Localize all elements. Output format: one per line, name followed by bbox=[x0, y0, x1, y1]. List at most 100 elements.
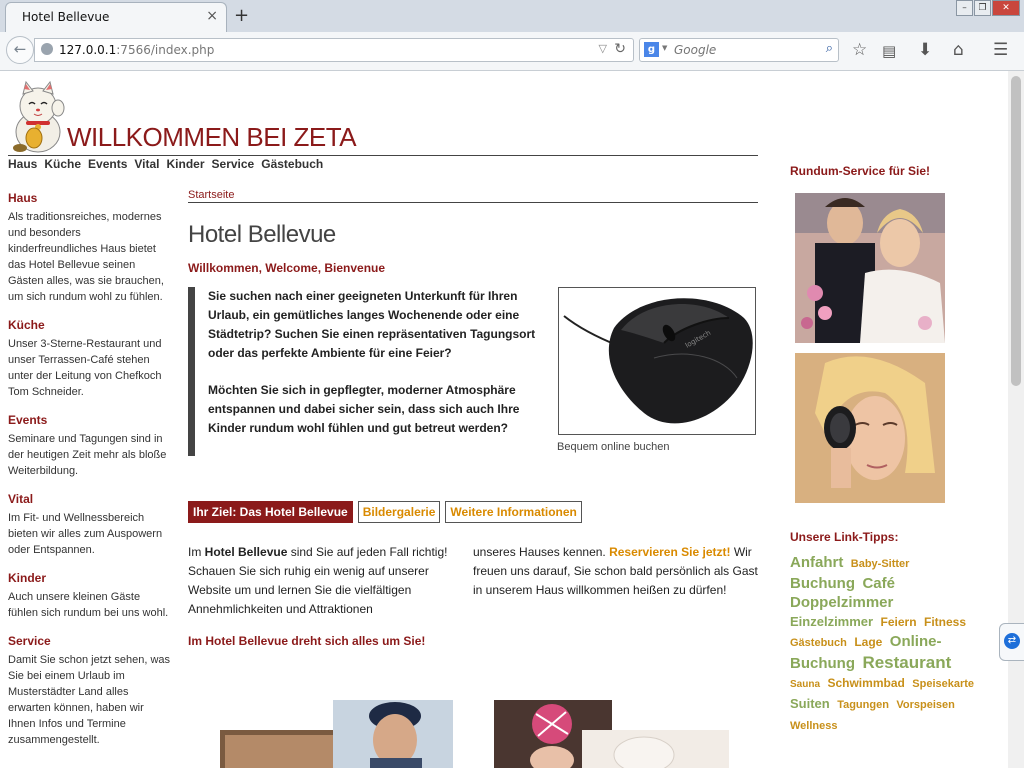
sidebar-heading-events[interactable]: Events bbox=[8, 413, 173, 427]
photo-collage-men bbox=[220, 700, 460, 768]
nav-link-events[interactable]: Events bbox=[88, 157, 127, 171]
teamviewer-icon: ⇄ bbox=[1004, 633, 1020, 649]
browser-tab-title: Hotel Bellevue bbox=[22, 10, 110, 24]
sidebar-heading-kueche[interactable]: Küche bbox=[8, 318, 173, 332]
content-tabs: Ihr Ziel: Das Hotel Bellevue Bildergaler… bbox=[188, 501, 582, 523]
tag-link[interactable]: Tagungen bbox=[837, 699, 889, 711]
tag-link[interactable]: Gästebuch bbox=[790, 637, 847, 649]
intro-paragraph-1: Sie suchen nach einer geeigneten Unterku… bbox=[208, 289, 536, 360]
search-bar[interactable]: g ▼ ⌕ bbox=[639, 38, 839, 62]
url-path: :7566/index.php bbox=[116, 43, 215, 57]
site-title: WILLKOMMEN BEI ZETA bbox=[67, 122, 357, 152]
sidebar-text-kinder: Auch unsere kleinen Gäste fühlen sich ru… bbox=[8, 591, 169, 619]
minimize-icon[interactable]: – bbox=[956, 0, 973, 16]
tag-link[interactable]: Fitness bbox=[924, 615, 966, 629]
tag-link[interactable]: Doppelzimmer bbox=[790, 594, 893, 611]
main-content: Startseite Hotel Bellevue Willkommen, We… bbox=[188, 189, 758, 648]
tag-link[interactable]: Buchung bbox=[790, 575, 855, 592]
search-icon[interactable]: ⌕ bbox=[826, 41, 833, 56]
window-controls: – ❐ ✕ bbox=[955, 0, 1020, 16]
right-sidebar: Rundum-Service für Sie! Unsere Link-Tipp… bbox=[790, 164, 990, 732]
tag-link[interactable]: Restaurant bbox=[862, 653, 951, 672]
sidebar-text-haus: Als traditionsreiches, modernes und beso… bbox=[8, 211, 164, 303]
tag-link[interactable]: Feiern bbox=[881, 615, 917, 629]
col1-text-pre: Im bbox=[188, 545, 205, 559]
menu-icon[interactable]: ☰ bbox=[993, 40, 1008, 60]
tag-link[interactable]: Schwimmbad bbox=[827, 676, 904, 690]
nav-link-vital[interactable]: Vital bbox=[134, 157, 159, 171]
back-arrow-icon[interactable]: ← bbox=[6, 36, 34, 64]
sidebar-heading-haus[interactable]: Haus bbox=[8, 191, 173, 205]
page-title: Hotel Bellevue bbox=[188, 221, 336, 248]
browser-tab[interactable]: Hotel Bellevue × bbox=[5, 2, 227, 32]
header-divider bbox=[8, 155, 758, 156]
tab-weitere-informationen[interactable]: Weitere Informationen bbox=[445, 501, 582, 523]
tag-link[interactable]: Anfahrt bbox=[790, 554, 843, 571]
col2-text-pre: unseres Hauses kennen. bbox=[473, 545, 610, 559]
tagline: Im Hotel Bellevue dreht sich alles um Si… bbox=[188, 634, 426, 648]
close-tab-icon[interactable]: × bbox=[206, 8, 218, 24]
sidebar-heading-kinder[interactable]: Kinder bbox=[8, 571, 173, 585]
image-caption: Bequem online buchen bbox=[557, 441, 670, 453]
sidebar-heading-service[interactable]: Service bbox=[8, 634, 173, 648]
browser-tab-bar: Hotel Bellevue × + – ❐ ✕ bbox=[0, 0, 1024, 32]
tag-cloud: Anfahrt Baby-Sitter Buchung Café Doppelz… bbox=[790, 553, 980, 736]
tag-link[interactable]: Wellness bbox=[790, 720, 838, 732]
browser-toolbar: ← 127.0.0.1:7566/index.php ▽ ↻ g ▼ ⌕ ☆ ▤… bbox=[0, 32, 1024, 71]
new-tab-button[interactable]: + bbox=[234, 5, 249, 26]
nav-link-service[interactable]: Service bbox=[212, 157, 255, 171]
google-logo-icon[interactable]: g bbox=[644, 42, 659, 57]
window-close-icon[interactable]: ✕ bbox=[992, 0, 1020, 16]
tag-link[interactable]: Einzelzimmer bbox=[790, 614, 873, 629]
sidebar-text-kueche: Unser 3-Sterne-Restaurant und unser Terr… bbox=[8, 338, 162, 398]
vertical-scrollbar[interactable] bbox=[1008, 71, 1024, 768]
nav-link-haus[interactable]: Haus bbox=[8, 157, 37, 171]
tag-link[interactable]: Baby-Sitter bbox=[851, 558, 910, 570]
left-sidebar: Haus Als traditionsreiches, modernes und… bbox=[8, 191, 173, 761]
wedding-couple-photo bbox=[795, 193, 945, 343]
scrollbar-thumb[interactable] bbox=[1011, 76, 1021, 386]
url-host: 127.0.0.1 bbox=[59, 43, 117, 57]
woman-compact-mirror-photo bbox=[795, 353, 945, 503]
url-dropdown-icon[interactable]: ▽ bbox=[599, 42, 607, 55]
sidebar-text-events: Seminare und Tagungen sind in der heutig… bbox=[8, 433, 167, 477]
home-icon[interactable]: ⌂ bbox=[953, 40, 964, 60]
maximize-icon[interactable]: ❐ bbox=[974, 0, 991, 16]
teamviewer-side-button[interactable]: ⇄ bbox=[999, 623, 1024, 661]
web-page: WILLKOMMEN BEI ZETA Haus Küche Events Vi… bbox=[0, 71, 1008, 768]
breadcrumb-link-startseite[interactable]: Startseite bbox=[188, 189, 234, 201]
photo-collage-family bbox=[494, 700, 729, 768]
tab-hotel-bellevue[interactable]: Ihr Ziel: Das Hotel Bellevue bbox=[188, 501, 353, 523]
url-text: 127.0.0.1:7566/index.php bbox=[59, 43, 214, 57]
sidebar-text-vital: Im Fit- und Wellnessbereich bieten wir a… bbox=[8, 512, 163, 556]
main-navigation: Haus Küche Events Vital Kinder Service G… bbox=[8, 157, 323, 171]
tab-bildergalerie[interactable]: Bildergalerie bbox=[357, 501, 441, 523]
service-heading: Rundum-Service für Sie! bbox=[790, 164, 931, 178]
url-bar[interactable]: 127.0.0.1:7566/index.php ▽ ↻ bbox=[34, 38, 634, 62]
reserve-now-link[interactable]: Reservieren Sie jetzt! bbox=[609, 545, 730, 559]
breadcrumb: Startseite bbox=[188, 189, 758, 203]
reload-icon[interactable]: ↻ bbox=[614, 41, 626, 57]
search-engine-dropdown-icon[interactable]: ▼ bbox=[662, 44, 667, 52]
bookmark-star-icon[interactable]: ☆ bbox=[852, 40, 867, 60]
tag-link[interactable]: Vorspeisen bbox=[896, 699, 955, 711]
link-tips-heading: Unsere Link-Tipps: bbox=[790, 530, 899, 544]
computer-mouse-image: logitech bbox=[558, 287, 756, 435]
col1-hotel-name: Hotel Bellevue bbox=[204, 545, 288, 559]
content-column-left: Im Hotel Bellevue sind Sie auf jeden Fal… bbox=[188, 543, 463, 619]
downloads-icon[interactable]: ⬇ bbox=[918, 40, 932, 60]
tag-link[interactable]: Sauna bbox=[790, 679, 820, 690]
nav-link-gaestebuch[interactable]: Gästebuch bbox=[261, 157, 323, 171]
tag-link[interactable]: Café bbox=[862, 575, 895, 592]
tag-link[interactable]: Suiten bbox=[790, 696, 830, 711]
lucky-cat-logo[interactable] bbox=[10, 80, 66, 158]
sidebar-heading-vital[interactable]: Vital bbox=[8, 492, 173, 506]
nav-link-kinder[interactable]: Kinder bbox=[167, 157, 205, 171]
content-column-right: unseres Hauses kennen. Reservieren Sie j… bbox=[473, 543, 758, 600]
welcome-heading: Willkommen, Welcome, Bienvenue bbox=[188, 261, 386, 275]
tag-link[interactable]: Speisekarte bbox=[912, 678, 974, 690]
bookmarks-menu-icon[interactable]: ▤ bbox=[882, 42, 896, 60]
tag-link[interactable]: Lage bbox=[854, 635, 882, 649]
search-input[interactable] bbox=[674, 42, 814, 58]
nav-link-kueche[interactable]: Küche bbox=[44, 157, 81, 171]
